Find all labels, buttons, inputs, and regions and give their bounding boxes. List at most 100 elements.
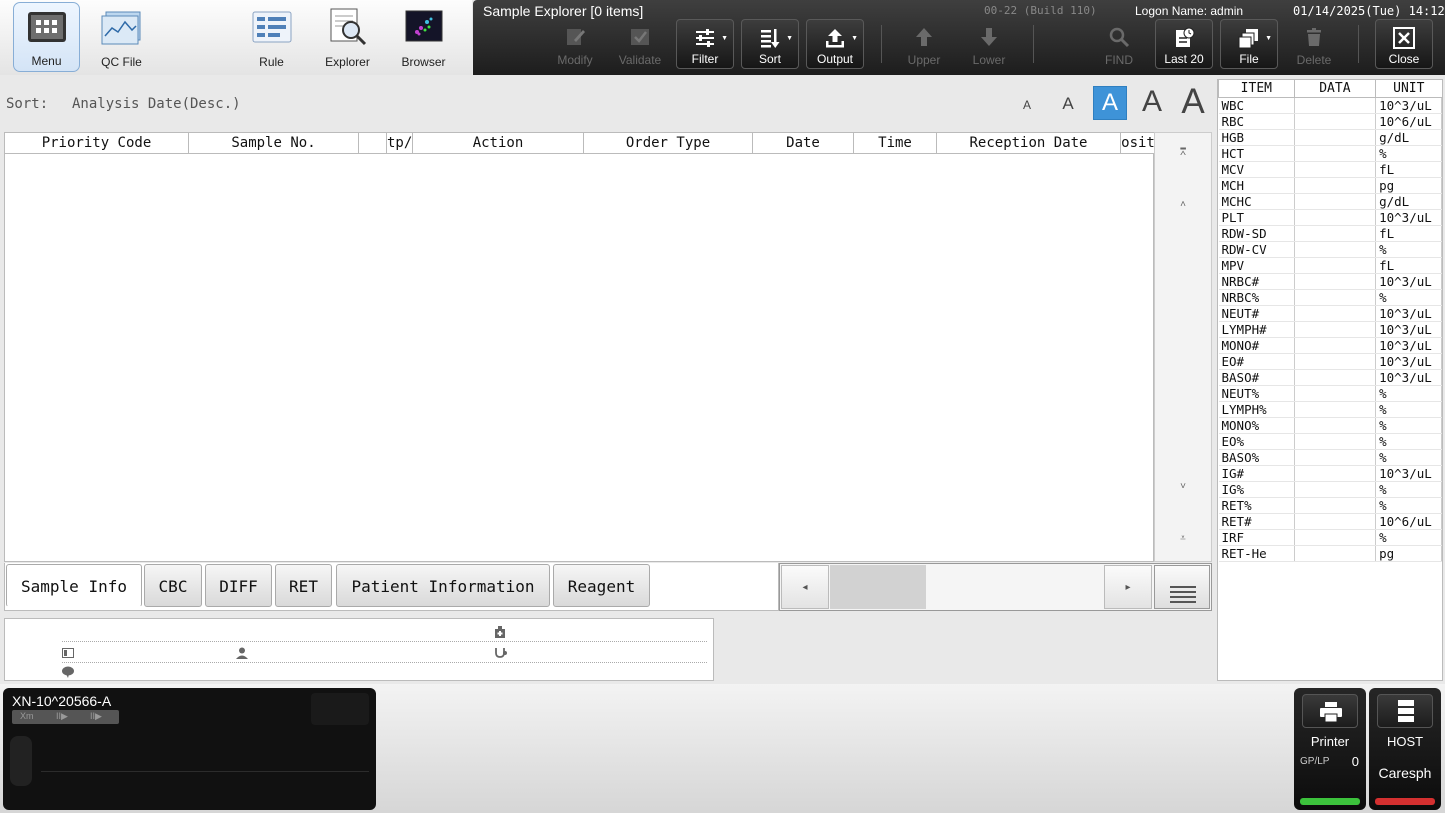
column-header-reception-date[interactable]: Reception Date xyxy=(937,133,1121,153)
result-row[interactable]: RDW-CV% xyxy=(1218,241,1442,258)
comment-icon xyxy=(62,666,74,678)
browser-button[interactable]: Browser xyxy=(390,2,457,72)
close-button[interactable]: Close xyxy=(1375,19,1433,69)
result-row[interactable]: RET%% xyxy=(1218,497,1442,514)
explorer-button[interactable]: Explorer xyxy=(314,2,381,72)
result-row[interactable]: IG%% xyxy=(1218,481,1442,498)
output-label: Output xyxy=(816,52,854,66)
result-unit-cell: 10^3/uL xyxy=(1375,305,1442,322)
font-size-small-button[interactable]: A xyxy=(1055,91,1081,117)
column-header-position[interactable]: osit xyxy=(1121,133,1155,153)
result-row[interactable]: MPV fL xyxy=(1218,257,1442,274)
result-row[interactable]: WBC 10^3/uL xyxy=(1218,97,1442,114)
upload-icon xyxy=(826,29,844,48)
find-button[interactable]: FIND xyxy=(1090,19,1148,69)
result-item-cell: WBC xyxy=(1218,97,1295,114)
column-header-action[interactable]: Action xyxy=(413,133,584,153)
menu-button[interactable]: Menu xyxy=(13,2,80,72)
separator xyxy=(881,25,882,63)
scroll-down-button[interactable]: ˅ xyxy=(1155,481,1211,501)
scroll-left-button[interactable]: ◂ xyxy=(781,565,829,609)
column-header-date[interactable]: Date xyxy=(753,133,854,153)
font-size-xsmall-button[interactable]: A xyxy=(1017,95,1037,115)
result-row[interactable]: IRF% xyxy=(1218,529,1442,546)
qc-file-button[interactable]: QC File xyxy=(88,2,155,72)
result-row[interactable]: RBC 10^6/uL xyxy=(1218,113,1442,130)
result-data-cell xyxy=(1294,257,1377,274)
result-row[interactable]: LYMPH%% xyxy=(1218,401,1442,418)
table-vertical-scrollbar[interactable]: ⩞ ˄ ˅ ⩡ xyxy=(1154,132,1212,562)
table-horizontal-scrollbar[interactable]: ◂ ▸ xyxy=(779,563,1212,611)
column-header-sample-no[interactable]: Sample No. xyxy=(189,133,359,153)
result-row[interactable]: MONO%% xyxy=(1218,417,1442,434)
result-item-cell: NRBC# xyxy=(1218,273,1295,290)
sort-button[interactable]: ▼ Sort xyxy=(741,19,799,69)
result-row[interactable]: LYMPH# 10^3/uL xyxy=(1218,321,1442,338)
id-card-icon xyxy=(62,648,74,658)
column-header-time[interactable]: Time xyxy=(854,133,937,153)
scroll-right-button[interactable]: ▸ xyxy=(1104,565,1152,609)
tab-diff[interactable]: DIFF xyxy=(205,564,272,607)
host-status-button[interactable]: HOST Caresph xyxy=(1369,688,1441,810)
column-menu-button[interactable] xyxy=(1154,565,1210,609)
result-row[interactable]: BASO# 10^3/uL xyxy=(1218,369,1442,386)
result-row[interactable]: EO%% xyxy=(1218,433,1442,450)
result-row[interactable]: NEUT%% xyxy=(1218,385,1442,402)
tab-ret[interactable]: RET xyxy=(275,564,332,607)
result-row[interactable]: MONO# 10^3/uL xyxy=(1218,337,1442,354)
result-row[interactable]: RDW-SD fL xyxy=(1218,225,1442,242)
column-header-tp[interactable]: tp/ xyxy=(387,133,413,153)
result-row[interactable]: EO# 10^3/uL xyxy=(1218,353,1442,370)
scroll-up-button[interactable]: ˄ xyxy=(1155,199,1211,219)
column-header-priority-code[interactable]: Priority Code xyxy=(5,133,189,153)
result-row[interactable]: NRBC# 10^3/uL xyxy=(1218,273,1442,290)
scroll-top-button[interactable]: ⩞ xyxy=(1155,147,1211,167)
separator xyxy=(1358,25,1359,63)
result-row[interactable]: MCHC g/dL xyxy=(1218,193,1442,210)
result-row[interactable]: BASO%% xyxy=(1218,449,1442,466)
result-data-cell xyxy=(1294,321,1377,338)
output-button[interactable]: ▼ Output xyxy=(806,19,864,69)
column-header-order-type[interactable]: Order Type xyxy=(584,133,753,153)
result-row[interactable]: NEUT# 10^3/uL xyxy=(1218,305,1442,322)
rule-button[interactable]: Rule xyxy=(238,2,305,72)
tab-reagent[interactable]: Reagent xyxy=(553,564,650,607)
hospital-icon xyxy=(495,626,505,638)
modify-label: Modify xyxy=(557,53,593,67)
result-row[interactable]: PLT 10^3/uL xyxy=(1218,209,1442,226)
checkbox-icon xyxy=(631,29,649,45)
result-row[interactable]: MCV fL xyxy=(1218,161,1442,178)
tab-sample-info[interactable]: Sample Info xyxy=(6,564,142,607)
analyzer-lock-button[interactable] xyxy=(311,693,369,725)
tab-patient-information[interactable]: Patient Information xyxy=(336,564,550,607)
font-size-medium-button[interactable]: A xyxy=(1093,86,1127,120)
result-unit-cell: 10^3/uL xyxy=(1375,465,1442,482)
result-unit-cell: pg xyxy=(1375,177,1442,194)
font-size-xlarge-button[interactable]: A xyxy=(1175,82,1211,122)
font-size-large-button[interactable]: A xyxy=(1135,84,1169,120)
tab-cbc[interactable]: CBC xyxy=(144,564,202,607)
patient-icon xyxy=(236,647,248,659)
result-row[interactable]: IG# 10^3/uL xyxy=(1218,465,1442,482)
last20-label: Last 20 xyxy=(1164,52,1204,66)
result-row[interactable]: NRBC%% xyxy=(1218,289,1442,306)
horizontal-scroll-thumb[interactable] xyxy=(830,565,926,609)
last20-button[interactable]: Last 20 xyxy=(1155,19,1213,69)
result-row[interactable]: RET-He pg xyxy=(1218,545,1442,562)
modify-button[interactable]: Modify xyxy=(546,19,604,69)
result-row[interactable]: HGB g/dL xyxy=(1218,129,1442,146)
scroll-bottom-button[interactable]: ⩡ xyxy=(1155,533,1211,553)
result-row[interactable]: RET# 10^6/uL xyxy=(1218,513,1442,530)
filter-button[interactable]: ▼ Filter xyxy=(676,19,734,69)
result-row[interactable]: HCT% xyxy=(1218,145,1442,162)
lower-button[interactable]: Lower xyxy=(960,19,1018,69)
result-row[interactable]: MCH pg xyxy=(1218,177,1442,194)
result-unit-cell: % xyxy=(1375,417,1442,434)
delete-button[interactable]: Delete xyxy=(1285,19,1343,69)
upper-button[interactable]: Upper xyxy=(895,19,953,69)
column-header-blank[interactable] xyxy=(359,133,387,153)
validate-button[interactable]: Validate xyxy=(611,19,669,69)
printer-status-button[interactable]: Printer GP/LP 0 xyxy=(1294,688,1366,810)
file-button[interactable]: ▼ File xyxy=(1220,19,1278,69)
analyzer-status-panel[interactable]: XN-10^20566-A Xm II▶ II▶ xyxy=(3,688,376,810)
